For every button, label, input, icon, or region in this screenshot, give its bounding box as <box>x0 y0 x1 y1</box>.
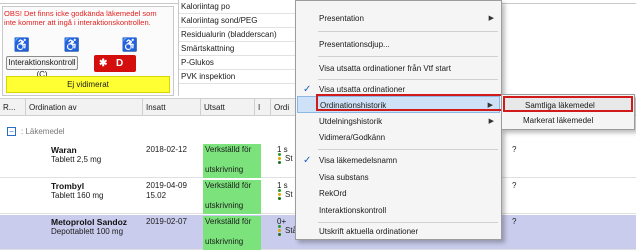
submenu-item-markerat-lakemedel[interactable]: Markerat läkemedel <box>503 113 633 129</box>
menu-item-label: Utdelningshistorik <box>319 117 383 126</box>
person-disabled-icon: ♿ <box>13 37 31 52</box>
ordination-text: St <box>285 154 293 163</box>
label-smartskattning[interactable]: Smärtskattning <box>179 42 309 56</box>
label-kaloriintag-po[interactable]: Kaloriintag po <box>179 0 309 14</box>
menu-item-utskrift[interactable]: Utskrift aktuella ordinationer <box>297 223 500 240</box>
drug-name: Waran <box>51 145 77 155</box>
status-text: utskrivning <box>205 201 244 210</box>
menu-item-interaktionskontroll[interactable]: Interaktionskontroll <box>297 202 500 219</box>
person-disabled-icon: ♿ <box>121 37 139 52</box>
menu-item-rekord[interactable]: RekOrd <box>297 185 500 202</box>
menu-item-label: Vidimera/Godkänn <box>319 133 386 142</box>
status-cell: Verkställd för utskrivning <box>203 180 261 214</box>
insatt-time: 15.02 <box>146 191 167 200</box>
menu-item-presentationsdjup[interactable]: Presentationsdjup... <box>297 36 500 53</box>
flag-text: ? <box>512 145 517 154</box>
status-text: Verkställd för <box>205 217 252 226</box>
ordination-text: St <box>285 190 293 199</box>
expand-toggle-icon[interactable]: − <box>7 127 16 136</box>
context-menu: Presentation ▶ Presentationsdjup... Visa… <box>295 0 502 240</box>
insatt-date: 2019-02-07 <box>146 217 187 226</box>
status-dots-icon <box>278 153 282 165</box>
menu-item-vidimera[interactable]: Vidimera/Godkänn <box>297 129 500 146</box>
status-text: Verkställd för <box>205 145 252 154</box>
submenu-arrow-icon: ▶ <box>488 118 494 125</box>
menu-item-label: Visa läkemedelsnamn <box>319 156 398 165</box>
drug-form: Tablett 2,5 mg <box>51 155 102 164</box>
ej-vidimerat-badge[interactable]: Ej vidimerat <box>6 76 170 93</box>
menu-separator <box>318 149 498 150</box>
menu-item-label: Interaktionskontroll <box>319 206 387 215</box>
menu-item-label: Presentationsdjup... <box>319 40 390 49</box>
menu-item-visa-utsatta-vtf[interactable]: Visa utsatta ordinationer från Vtf start <box>297 60 500 77</box>
highlight-outline <box>316 94 503 111</box>
interaktionskontroll-button[interactable]: Interaktionskontroll (C) <box>6 56 78 79</box>
drug-name: Metoprolol Sandoz <box>51 217 128 227</box>
flag-text: ? <box>512 181 517 190</box>
group-label: : Läkemedel <box>21 127 65 136</box>
menu-item-label: Presentation <box>319 14 364 23</box>
status-dots-icon <box>278 189 282 201</box>
column-header-ordination-av[interactable]: Ordination av <box>26 99 143 116</box>
submenu-arrow-icon: ▶ <box>488 15 494 22</box>
column-header-insatt[interactable]: Insatt <box>143 99 201 116</box>
insatt-date: 2018-02-12 <box>146 145 187 154</box>
menu-separator <box>318 31 498 32</box>
d-badge-label: D <box>116 58 124 69</box>
asterisk-icon: ✱ <box>99 58 108 69</box>
drug-name: Trombyl <box>51 181 85 191</box>
label-p-glukos[interactable]: P-Glukos <box>179 56 309 70</box>
menu-item-presentation[interactable]: Presentation ▶ <box>297 10 500 27</box>
menu-item-label: RekOrd <box>319 189 347 198</box>
menu-separator <box>318 79 498 80</box>
status-cell: Verkställd för utskrivning <box>203 216 261 250</box>
checkmark-icon: ✓ <box>303 155 312 166</box>
submenu-ordinationshistorik: Samtliga läkemedel Markerat läkemedel <box>501 94 635 130</box>
person-disabled-icon: ♿ <box>63 37 81 52</box>
status-text: utskrivning <box>205 237 244 246</box>
column-header-utsatt[interactable]: Utsatt <box>201 99 255 116</box>
label-kaloriintag-sond[interactable]: Kaloriintag sond/PEG <box>179 14 309 28</box>
column-header-r[interactable]: R... <box>0 99 26 116</box>
menu-item-label: Visa utsatta ordinationer <box>319 85 406 94</box>
status-dots-icon <box>278 225 282 237</box>
d-status-badge[interactable]: ✱ D <box>94 55 136 72</box>
status-text: utskrivning <box>205 165 244 174</box>
label-residualurin[interactable]: Residualurin (bladderscan) <box>179 28 309 42</box>
drug-form: Tablett 160 mg <box>51 191 104 200</box>
menu-item-label: Visa substans <box>319 173 369 182</box>
menu-item-utdelningshistorik[interactable]: Utdelningshistorik ▶ <box>297 113 500 130</box>
flag-text: ? <box>512 217 517 226</box>
drug-form: Depottablett 100 mg <box>51 227 124 236</box>
warning-text: OBS! Det finns icke godkända läkemedel s… <box>4 9 157 27</box>
label-pvk-inspektion[interactable]: PVK inspektion <box>179 70 309 84</box>
menu-item-visa-lakemedelsnamn[interactable]: ✓ Visa läkemedelsnamn <box>297 152 500 169</box>
status-text: Verkställd för <box>205 181 252 190</box>
menu-item-visa-substans[interactable]: Visa substans <box>297 169 500 186</box>
menu-separator <box>318 56 498 57</box>
status-cell: Verkställd för utskrivning <box>203 144 261 178</box>
menu-item-label: Visa utsatta ordinationer från Vtf start <box>319 64 451 73</box>
insatt-date: 2019-04-09 <box>146 181 187 190</box>
submenu-item-samtliga-lakemedel[interactable]: Samtliga läkemedel <box>503 96 633 112</box>
menu-item-label: Utskrift aktuella ordinationer <box>319 227 419 236</box>
column-header-i[interactable]: I <box>255 99 271 116</box>
